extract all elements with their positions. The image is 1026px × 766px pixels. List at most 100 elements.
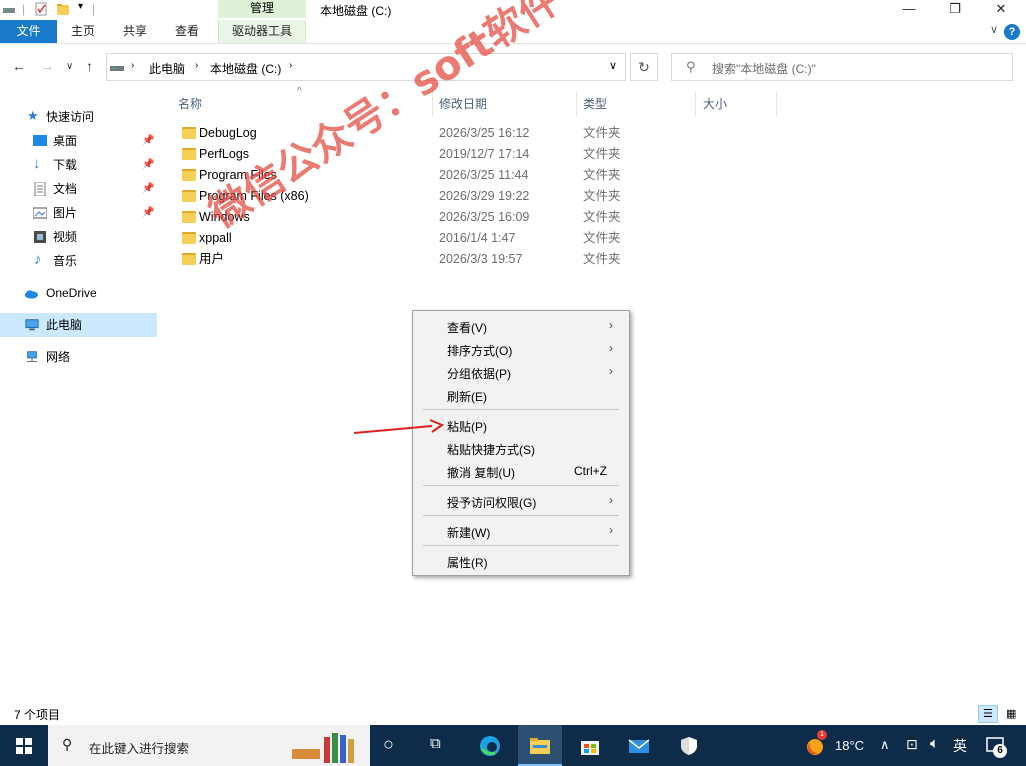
file-type: 文件夹 bbox=[583, 168, 621, 182]
cortana-icon[interactable]: ○ bbox=[383, 734, 394, 755]
nav-quick-access[interactable]: ★ 快速访问 bbox=[0, 105, 157, 129]
edge-browser-icon[interactable] bbox=[479, 735, 501, 757]
quick-access-dropdown-icon[interactable]: ▾ bbox=[78, 1, 83, 12]
taskbar-search-placeholder: 在此键入进行搜索 bbox=[89, 742, 190, 756]
security-shield-icon[interactable] bbox=[678, 735, 700, 757]
file-row[interactable]: DebugLog 2026/3/25 16:12 文件夹 bbox=[176, 123, 636, 144]
new-folder-icon[interactable] bbox=[56, 2, 70, 16]
file-modified: 2026/3/3 19:57 bbox=[439, 252, 523, 266]
pin-icon[interactable]: 📌 bbox=[142, 129, 154, 153]
tab-home[interactable]: 主页 bbox=[62, 20, 104, 43]
nav-network[interactable]: 网络 bbox=[0, 345, 157, 369]
nav-item-documents[interactable]: 文档 📌 bbox=[0, 177, 157, 201]
help-icon[interactable]: ? bbox=[1004, 24, 1020, 40]
details-view-button[interactable]: ☰ bbox=[978, 705, 998, 723]
store-icon[interactable] bbox=[579, 735, 601, 757]
maximize-button[interactable]: ❐ bbox=[932, 0, 978, 20]
minimize-button[interactable]: — bbox=[886, 0, 932, 20]
pin-icon[interactable]: 📌 bbox=[142, 201, 154, 225]
menu-item-grant-access[interactable]: 授予访问权限(G) bbox=[447, 494, 536, 511]
pin-icon[interactable]: 📌 bbox=[142, 177, 154, 201]
recent-dropdown-icon[interactable]: ∨ bbox=[66, 61, 73, 72]
nav-onedrive[interactable]: OneDrive bbox=[0, 281, 157, 305]
menu-item-refresh[interactable]: 刷新(E) bbox=[447, 388, 487, 405]
tab-share[interactable]: 共享 bbox=[114, 20, 156, 43]
file-name: 用户 bbox=[199, 252, 225, 266]
column-header-name[interactable]: 名称 bbox=[178, 92, 202, 116]
taskbar-explorer-button[interactable] bbox=[518, 725, 562, 766]
file-row[interactable]: 用户 2026/3/3 19:57 文件夹 bbox=[176, 249, 636, 270]
pin-icon[interactable]: 📌 bbox=[142, 153, 154, 177]
folder-icon bbox=[182, 148, 196, 160]
weather-temperature[interactable]: 18°C bbox=[835, 738, 864, 753]
breadcrumb-drive[interactable]: 本地磁盘 (C:) bbox=[210, 60, 281, 77]
tab-file[interactable]: 文件 bbox=[0, 20, 57, 43]
nav-item-music[interactable]: ♪ 音乐 bbox=[0, 249, 157, 273]
nav-this-pc[interactable]: 此电脑 bbox=[0, 313, 157, 337]
status-bar: 7 个项目 ☰ ▦ bbox=[0, 703, 1026, 725]
column-divider[interactable] bbox=[776, 92, 777, 116]
menu-item-sort[interactable]: 排序方式(O) bbox=[447, 342, 512, 359]
star-icon: ★ bbox=[27, 108, 39, 123]
menu-item-new[interactable]: 新建(W) bbox=[447, 524, 490, 541]
chevron-up-icon[interactable]: ∧ bbox=[880, 737, 890, 753]
nav-item-downloads[interactable]: ↓ 下载 📌 bbox=[0, 153, 157, 177]
submenu-arrow-icon: › bbox=[609, 523, 613, 537]
large-icons-view-button[interactable]: ▦ bbox=[1001, 705, 1021, 723]
address-dropdown-icon[interactable]: ∨ bbox=[609, 59, 617, 72]
nav-label: 网络 bbox=[46, 350, 71, 364]
column-divider[interactable] bbox=[695, 92, 696, 116]
menu-item-view[interactable]: 查看(V) bbox=[447, 319, 487, 336]
file-modified: 2019/12/7 17:14 bbox=[439, 147, 530, 161]
folder-icon bbox=[182, 253, 196, 265]
submenu-arrow-icon: › bbox=[609, 318, 613, 332]
mail-icon[interactable] bbox=[628, 735, 650, 757]
nav-item-videos[interactable]: 视频 bbox=[0, 225, 157, 249]
file-modified: 2026/3/25 16:09 bbox=[439, 210, 530, 224]
drive-icon bbox=[3, 8, 15, 13]
menu-item-paste[interactable]: 粘贴(P) bbox=[447, 418, 487, 435]
address-bar[interactable]: › 此电脑 › 本地磁盘 (C:) › ∨ bbox=[106, 53, 626, 81]
desktop-icon bbox=[33, 135, 47, 146]
taskbar-search-box[interactable]: ⚲ 在此键入进行搜索 bbox=[48, 725, 370, 766]
chevron-down-icon[interactable]: ∨ bbox=[990, 23, 998, 36]
manage-tab-label[interactable]: 管理 bbox=[218, 0, 306, 18]
picture-icon bbox=[33, 207, 47, 219]
close-button[interactable]: ✕ bbox=[978, 0, 1024, 20]
column-header-type[interactable]: 类型 bbox=[583, 92, 607, 116]
nav-label: 视频 bbox=[53, 230, 78, 244]
file-type: 文件夹 bbox=[583, 231, 621, 245]
menu-separator bbox=[423, 515, 619, 516]
nav-item-pictures[interactable]: 图片 📌 bbox=[0, 201, 157, 225]
video-icon bbox=[34, 231, 46, 243]
menu-item-undo-copy[interactable]: 撤消 复制(U) bbox=[447, 464, 515, 481]
menu-item-group[interactable]: 分组依据(P) bbox=[447, 365, 511, 382]
volume-icon[interactable]: 🔈︎ bbox=[930, 735, 939, 752]
menu-item-properties[interactable]: 属性(R) bbox=[447, 554, 488, 571]
file-type: 文件夹 bbox=[583, 126, 621, 140]
back-arrow-icon[interactable]: ← bbox=[12, 58, 26, 74]
column-divider[interactable] bbox=[576, 92, 577, 116]
tab-drive-tools[interactable]: 驱动器工具 bbox=[218, 20, 306, 43]
books-decoration-icon bbox=[292, 733, 354, 763]
refresh-button[interactable]: ↻ bbox=[630, 53, 658, 81]
nav-label: 音乐 bbox=[53, 254, 78, 268]
breadcrumb-this-pc[interactable]: 此电脑 bbox=[149, 60, 185, 77]
ime-indicator[interactable]: 英 bbox=[953, 736, 967, 756]
network-status-icon[interactable]: ⊡ bbox=[906, 736, 918, 753]
sort-up-icon: ^ bbox=[297, 86, 302, 97]
tab-view[interactable]: 查看 bbox=[166, 20, 208, 43]
file-row[interactable]: xppall 2016/1/4 1:47 文件夹 bbox=[176, 228, 636, 249]
forward-arrow-icon[interactable]: → bbox=[40, 58, 54, 74]
menu-item-paste-shortcut[interactable]: 粘贴快捷方式(S) bbox=[447, 441, 535, 458]
search-input[interactable]: ⚲ 搜索"本地磁盘 (C:)" bbox=[671, 53, 1013, 81]
up-arrow-icon[interactable]: ↑ bbox=[86, 58, 93, 74]
properties-icon[interactable] bbox=[34, 2, 48, 16]
search-icon: ⚲ bbox=[686, 59, 696, 74]
nav-item-desktop[interactable]: 桌面 📌 bbox=[0, 129, 157, 153]
task-view-icon[interactable]: ⧉ bbox=[430, 735, 441, 752]
item-count: 7 个项目 bbox=[14, 708, 61, 722]
breadcrumb-separator-icon: › bbox=[195, 60, 199, 71]
column-header-size[interactable]: 大小 bbox=[703, 92, 727, 116]
windows-start-icon[interactable] bbox=[16, 738, 32, 754]
